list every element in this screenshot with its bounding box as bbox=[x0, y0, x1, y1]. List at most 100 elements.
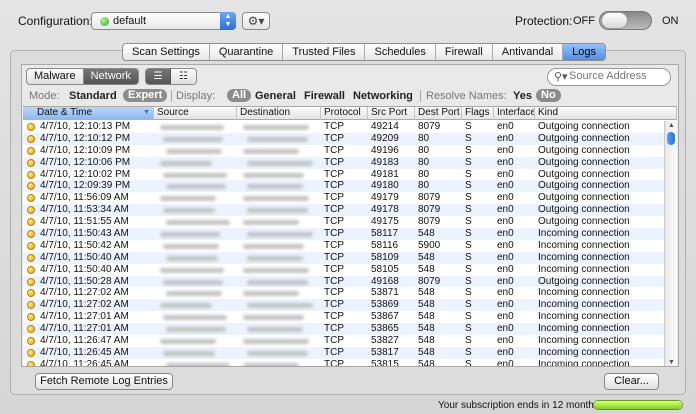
malware-log-button[interactable]: Malware bbox=[27, 69, 84, 84]
table-row[interactable]: 4/7/10, 11:26:47 AM TCP 53827 548 Sen0 Incomi… bbox=[23, 335, 664, 347]
tab-firewall[interactable]: Firewall bbox=[436, 44, 493, 60]
cell-src-port: 49180 bbox=[371, 180, 399, 192]
cell-flags: S bbox=[465, 192, 472, 204]
cell-src-port: 49179 bbox=[371, 192, 399, 204]
table-row[interactable]: 4/7/10, 11:27:02 AM TCP 53869 548 Sen0 Incomi… bbox=[23, 299, 664, 312]
cell-kind: Incoming connection bbox=[538, 251, 630, 263]
cell-date-time: 4/7/10, 12:10:12 PM bbox=[40, 132, 131, 144]
blurred-source-address bbox=[166, 184, 226, 190]
cell-date-time: 4/7/10, 11:56:09 AM bbox=[40, 192, 129, 204]
status-dot-icon bbox=[27, 170, 35, 179]
table-row[interactable]: 4/7/10, 12:10:09 PM TCP 49196 80 Sen0 Outgoin… bbox=[23, 145, 664, 157]
table-row[interactable]: 4/7/10, 11:50:43 AM TCP 58117 548 Sen0 Incomi… bbox=[23, 228, 664, 240]
blurred-destination-address bbox=[243, 291, 299, 297]
tab-antivandal[interactable]: Antivandal bbox=[493, 44, 564, 60]
tab-schedules[interactable]: Schedules bbox=[365, 44, 436, 60]
cell-dest-port: 548 bbox=[418, 263, 435, 275]
table-row[interactable]: 4/7/10, 11:26:45 AM TCP 53815 548 Sen0 Incomi… bbox=[23, 359, 664, 366]
display-label: Display: bbox=[176, 90, 216, 102]
column-header-flags[interactable]: Flags bbox=[462, 107, 494, 120]
cell-protocol: TCP bbox=[324, 239, 344, 251]
table-row[interactable]: 4/7/10, 11:51:55 AM TCP 49175 8079 Sen0 Outgo… bbox=[23, 216, 664, 228]
gear-menu-button[interactable]: ⚙▾ bbox=[242, 12, 270, 30]
cell-protocol: TCP bbox=[324, 180, 344, 192]
tab-trusted-files[interactable]: Trusted Files bbox=[283, 44, 366, 60]
configuration-select[interactable]: default ▲ ▼ bbox=[91, 12, 236, 30]
subscription-progress bbox=[593, 400, 683, 410]
fetch-remote-log-button[interactable]: Fetch Remote Log Entries bbox=[35, 373, 173, 390]
cell-flags: S bbox=[465, 287, 472, 299]
table-row[interactable]: 4/7/10, 11:27:02 AM TCP 53871 548 Sen0 Incomi… bbox=[23, 287, 664, 299]
column-header-interface[interactable]: Interface bbox=[494, 107, 535, 120]
mode-expert-option[interactable]: Expert bbox=[123, 89, 168, 102]
search-field[interactable]: ⚲▾ bbox=[547, 68, 671, 86]
column-header-src-port[interactable]: Src Port bbox=[368, 107, 415, 120]
mode-standard-option[interactable]: Standard bbox=[69, 90, 117, 102]
table-row[interactable]: 4/7/10, 12:10:02 PM TCP 49181 80 Sen0 Outgoin… bbox=[23, 169, 664, 181]
cell-src-port: 53817 bbox=[371, 346, 399, 358]
toggle-knob bbox=[601, 12, 628, 29]
blurred-destination-address bbox=[243, 220, 299, 226]
cell-dest-port: 548 bbox=[418, 299, 435, 311]
table-row[interactable]: 4/7/10, 11:26:45 AM TCP 53817 548 Sen0 Incomi… bbox=[23, 346, 664, 359]
cell-interface: en0 bbox=[497, 132, 514, 144]
table-row[interactable]: 4/7/10, 12:09:39 PM TCP 49180 80 Sen0 Outgoin… bbox=[23, 180, 664, 193]
cell-dest-port: 548 bbox=[418, 311, 435, 323]
table-row[interactable]: 4/7/10, 11:50:40 AM TCP 58105 548 Sen0 Incomi… bbox=[23, 264, 664, 276]
display-networking-option[interactable]: Networking bbox=[353, 90, 413, 102]
status-dot-icon bbox=[27, 146, 35, 155]
tab-scan-settings[interactable]: Scan Settings bbox=[123, 44, 210, 60]
cell-protocol: TCP bbox=[324, 323, 344, 335]
cell-dest-port: 5900 bbox=[418, 239, 441, 251]
clear-button[interactable]: Clear... bbox=[604, 373, 659, 390]
table-row[interactable]: 4/7/10, 11:27:01 AM TCP 53865 548 Sen0 Incomi… bbox=[23, 323, 664, 336]
column-header-dest-port[interactable]: Dest Port bbox=[415, 107, 462, 120]
table-row[interactable]: 4/7/10, 12:10:06 PM TCP 49183 80 Sen0 Outgoin… bbox=[23, 156, 664, 169]
protection-toggle[interactable] bbox=[599, 11, 652, 30]
resolve-yes-option[interactable]: Yes bbox=[513, 90, 532, 102]
scroll-up-icon[interactable]: ▲ bbox=[668, 122, 675, 129]
resolve-no-option[interactable]: No bbox=[536, 89, 561, 102]
column-header-date-time[interactable]: Date & Time ▼ bbox=[23, 107, 154, 120]
cell-flags: S bbox=[465, 228, 472, 240]
table-row[interactable]: 4/7/10, 12:10:13 PM TCP 49214 8079 Sen0 Outgo… bbox=[23, 121, 664, 133]
protection-off-label: OFF bbox=[573, 15, 595, 27]
cell-date-time: 4/7/10, 12:10:13 PM bbox=[40, 121, 131, 132]
scrollbar-thumb[interactable] bbox=[667, 132, 675, 145]
tab-quarantine[interactable]: Quarantine bbox=[210, 44, 284, 60]
column-header-source[interactable]: Source bbox=[154, 107, 237, 120]
detail-view-icon[interactable]: ☷ bbox=[171, 69, 196, 84]
display-general-option[interactable]: General bbox=[255, 90, 296, 102]
cell-protocol: TCP bbox=[324, 358, 344, 366]
table-row[interactable]: 4/7/10, 11:50:42 AM TCP 58116 5900 Sen0 Incom… bbox=[23, 240, 664, 252]
table-row[interactable]: 4/7/10, 11:53:34 AM TCP 49178 8079 Sen0 Outgo… bbox=[23, 204, 664, 217]
cell-date-time: 4/7/10, 12:10:06 PM bbox=[40, 156, 131, 168]
blurred-source-address bbox=[160, 232, 220, 238]
blurred-destination-address bbox=[247, 160, 313, 166]
cell-src-port: 49183 bbox=[371, 156, 399, 168]
table-row[interactable]: 4/7/10, 12:10:12 PM TCP 49209 80 Sen0 Outgoin… bbox=[23, 132, 664, 145]
vertical-scrollbar[interactable]: ▲ ▼ bbox=[664, 121, 677, 366]
tab-logs[interactable]: Logs bbox=[563, 44, 605, 60]
blurred-destination-address bbox=[247, 208, 308, 214]
cell-src-port: 49181 bbox=[371, 168, 399, 180]
display-all-option[interactable]: All bbox=[227, 89, 252, 102]
search-input[interactable] bbox=[569, 70, 665, 82]
cell-kind: Incoming connection bbox=[538, 287, 630, 299]
scroll-down-icon[interactable]: ▼ bbox=[668, 359, 675, 366]
display-firewall-option[interactable]: Firewall bbox=[304, 90, 345, 102]
column-header-destination[interactable]: Destination bbox=[237, 107, 321, 120]
network-log-button[interactable]: Network bbox=[83, 69, 138, 84]
table-row[interactable]: 4/7/10, 11:50:40 AM TCP 58109 548 Sen0 Incomi… bbox=[23, 251, 664, 264]
cell-date-time: 4/7/10, 11:50:40 AM bbox=[40, 263, 129, 275]
cell-date-time: 4/7/10, 11:27:02 AM bbox=[40, 287, 129, 299]
blurred-source-address bbox=[160, 267, 224, 273]
table-row[interactable]: 4/7/10, 11:56:09 AM TCP 49179 8079 Sen0 Outgo… bbox=[23, 192, 664, 204]
list-view-icon[interactable]: ☰ bbox=[146, 69, 171, 84]
table-row[interactable]: 4/7/10, 11:50:28 AM TCP 49168 8079 Sen0 Outgo… bbox=[23, 275, 664, 288]
column-header-kind[interactable]: Kind bbox=[535, 107, 677, 120]
table-row[interactable]: 4/7/10, 11:27:01 AM TCP 53867 548 Sen0 Incomi… bbox=[23, 311, 664, 323]
column-header-protocol[interactable]: Protocol bbox=[321, 107, 368, 120]
resolve-names-label: Resolve Names: bbox=[426, 90, 507, 102]
status-dot-icon bbox=[27, 218, 35, 227]
